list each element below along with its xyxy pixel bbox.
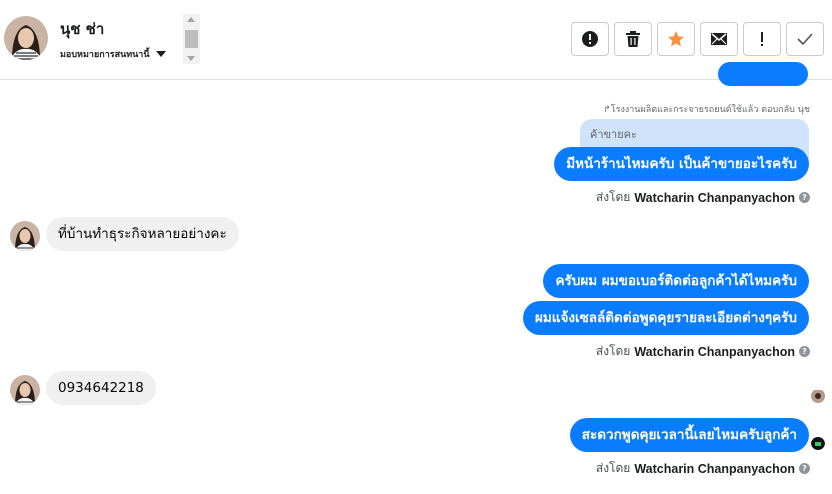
mark-important-button[interactable] — [743, 22, 781, 56]
scroll-up-icon[interactable] — [187, 17, 195, 22]
mark-done-button[interactable] — [786, 22, 824, 56]
sent-by-label: ส่งโดย Watcharin Chanpanyachon? — [596, 459, 810, 478]
star-icon — [668, 31, 684, 47]
info-icon[interactable]: ? — [799, 192, 810, 203]
message-bubble-partial[interactable] — [718, 62, 808, 86]
delete-button[interactable] — [614, 22, 652, 56]
message-bubble[interactable]: สะดวกพูดคุยเวลานี้เลยไหมครับลูกค้า — [569, 418, 809, 452]
sent-by-label: ส่งโดย Watcharin Chanpanyachon? — [596, 342, 810, 361]
action-toolbar — [571, 22, 824, 56]
seen-avatar-icon — [811, 389, 825, 403]
email-button[interactable] — [700, 22, 738, 56]
scroll-thumb[interactable] — [185, 30, 198, 48]
alert-circle-icon — [582, 31, 598, 47]
trash-icon — [626, 31, 640, 47]
conversation-header: นุช ช่า มอบหมายการสนทนานี้ — [0, 0, 832, 80]
sender-name: Watcharin Chanpanyachon — [634, 190, 795, 205]
sender-name: Watcharin Chanpanyachon — [634, 344, 795, 359]
message-bubble[interactable]: ที่บ้านทำธุระกิจหลายอย่างคะ — [46, 217, 239, 251]
message-bubble[interactable]: 0934642218 — [46, 371, 156, 405]
envelope-icon — [711, 33, 727, 45]
assign-label: มอบหมายการสนทนานี้ — [60, 50, 150, 60]
info-icon[interactable]: ? — [799, 346, 810, 357]
contact-avatar[interactable] — [4, 16, 48, 60]
contact-avatar-small — [10, 375, 40, 405]
message-bubble[interactable]: ผมแจ้งเซลล์ติดต่อพูดคุยรายละเอียดต่างๆคร… — [522, 301, 809, 335]
mark-spam-button[interactable] — [571, 22, 609, 56]
contact-avatar-small — [10, 221, 40, 251]
message-bubble[interactable]: มีหน้าร้านไหมครับ เป็นค้าขายอะไรครับ — [554, 147, 809, 181]
contact-name: นุช ช่า — [60, 20, 105, 38]
checkmark-icon — [797, 33, 813, 46]
sent-by-label: ส่งโดย Watcharin Chanpanyachon? — [596, 188, 810, 207]
info-icon[interactable]: ? — [799, 463, 810, 474]
exclamation-icon — [761, 32, 763, 46]
sender-name: Watcharin Chanpanyachon — [634, 461, 795, 476]
page-avatar-icon — [811, 436, 825, 450]
scroll-down-icon[interactable] — [187, 56, 195, 61]
reply-note: ↱โรงงานผลิตและกระจายรถยนต์ใช้แล้ว ตอบกลั… — [603, 105, 810, 115]
assign-conversation-dropdown[interactable]: มอบหมายการสนทนานี้ — [60, 47, 166, 61]
star-button[interactable] — [657, 22, 695, 56]
caret-down-icon — [155, 51, 166, 57]
quoted-text: ค้าขายคะ — [590, 128, 637, 141]
message-bubble[interactable]: ครับผม ผมขอเบอร์ติดต่อลูกค้าได้ไหมครับ — [543, 264, 809, 298]
header-scrollbar[interactable] — [183, 14, 200, 64]
